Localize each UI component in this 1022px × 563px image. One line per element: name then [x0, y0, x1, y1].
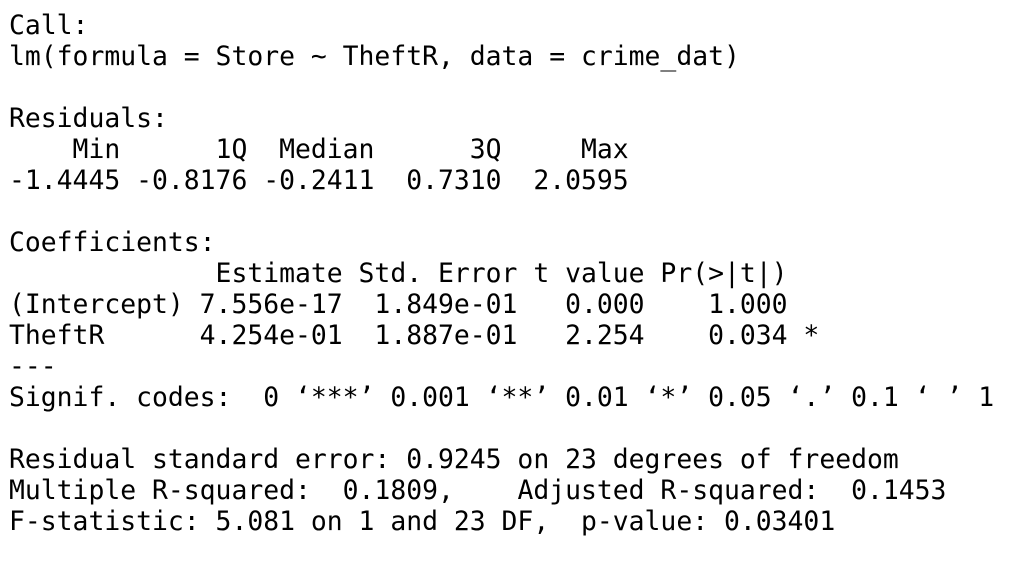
call-label: Call: — [9, 10, 89, 41]
signif-codes: Signif. codes: 0 ‘***’ 0.001 ‘**’ 0.01 ‘… — [9, 382, 995, 413]
call-formula: lm(formula = Store ~ TheftR, data = crim… — [9, 41, 740, 72]
residuals-values: -1.4445 -0.8176 -0.2411 0.7310 2.0595 — [9, 165, 645, 196]
r-console-output: Call: lm(formula = Store ~ TheftR, data … — [9, 10, 1017, 558]
r-squared-line: Multiple R-squared: 0.1809, Adjusted R-s… — [9, 475, 963, 506]
residual-standard-error: Residual standard error: 0.9245 on 23 de… — [9, 444, 899, 475]
residuals-header: Min 1Q Median 3Q Max — [9, 134, 645, 165]
coefficients-row-theftr: TheftR 4.254e-01 1.887e-01 2.254 0.034 * — [9, 320, 820, 351]
coefficients-header: Estimate Std. Error t value Pr(>|t|) — [9, 258, 820, 289]
coefficients-separator: --- — [9, 351, 57, 382]
coefficients-row-intercept: (Intercept) 7.556e-17 1.849e-01 0.000 1.… — [9, 289, 820, 320]
residuals-label: Residuals: — [9, 103, 168, 134]
coefficients-label: Coefficients: — [9, 227, 216, 258]
f-statistic-line: F-statistic: 5.081 on 1 and 23 DF, p-val… — [9, 506, 836, 537]
